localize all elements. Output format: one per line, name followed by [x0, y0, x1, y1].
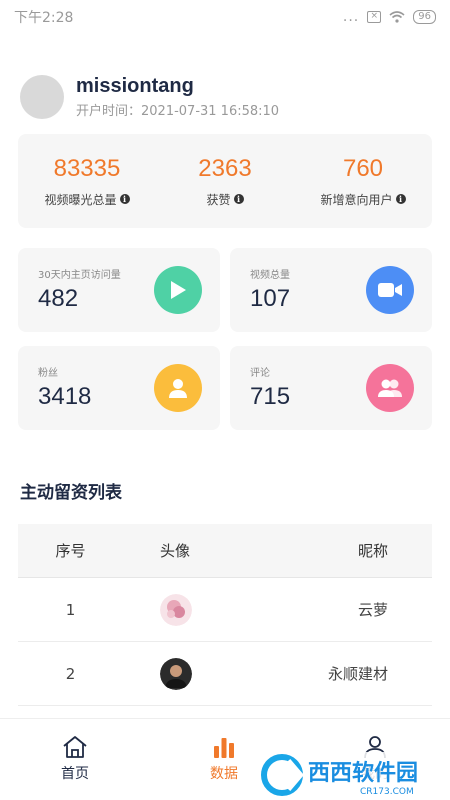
battery-icon: 96	[413, 10, 436, 24]
tab-label: 数据	[210, 766, 238, 782]
tile-video-total[interactable]: 视频总量 107	[230, 248, 432, 332]
tile-fans[interactable]: 粉丝 3418	[18, 346, 220, 430]
svg-text:西西软件园: 西西软件园	[308, 760, 418, 786]
tab-home[interactable]: 首页	[45, 735, 105, 783]
svg-text:CR173.COM: CR173.COM	[360, 787, 414, 797]
status-icons: ... × 96	[343, 9, 436, 25]
table-header: 序号 头像 昵称	[18, 524, 432, 578]
stat-likes: 2363 获赞 i	[157, 155, 294, 208]
avatar	[160, 657, 192, 690]
watermark-logo: 西西软件园 CR173.COM	[258, 752, 450, 798]
bar-chart-icon	[214, 738, 234, 758]
sim-icon: ×	[367, 11, 382, 23]
stat-value: 2363	[198, 154, 252, 182]
info-icon[interactable]: i	[119, 194, 130, 204]
tile-homepage-visits[interactable]: 30天内主页访问量 482	[18, 248, 220, 332]
stat-label: 视频曝光总量	[44, 192, 117, 207]
stat-video-exposure: 83335 视频曝光总量 i	[19, 155, 156, 208]
stat-label: 新增意向用户	[320, 192, 393, 207]
table-row[interactable]: 1 云萝	[18, 578, 432, 642]
tile-comments[interactable]: 评论 715	[230, 346, 432, 430]
status-time: 下午2:28	[14, 10, 74, 26]
stat-value: 760	[342, 154, 384, 182]
row-nickname: 永顺建材	[327, 665, 388, 683]
row-number: 2	[65, 664, 76, 683]
stat-value: 83335	[53, 154, 121, 182]
status-bar: 下午2:28 ... × 96	[0, 0, 450, 34]
lead-table: 序号 头像 昵称 1 云萝 2 永顺建材	[18, 524, 432, 706]
info-icon[interactable]: i	[233, 194, 244, 204]
tab-label: 首页	[61, 766, 89, 782]
user-icon	[154, 364, 202, 412]
stat-new-leads: 760 新增意向用户 i	[295, 155, 432, 208]
avatar[interactable]	[20, 74, 64, 119]
table-row[interactable]: 2 永顺建材	[18, 642, 432, 706]
stats-summary-card: 83335 视频曝光总量 i 2363 获赞 i 760 新增意向用户 i	[18, 134, 432, 228]
stat-label: 获赞	[206, 192, 231, 207]
row-nickname: 云萝	[357, 601, 388, 619]
lead-list-title: 主动留资列表	[20, 483, 122, 503]
column-header-nickname: 昵称	[357, 542, 388, 560]
profile-header: missiontang 开户时间：2021-07-31 16:58:10	[20, 74, 279, 119]
home-icon	[63, 736, 87, 758]
column-header-no: 序号	[55, 542, 86, 560]
users-icon	[366, 364, 414, 412]
more-dots-icon: ...	[342, 9, 360, 25]
row-number: 1	[65, 600, 76, 619]
info-icon[interactable]: i	[395, 194, 406, 204]
tab-data[interactable]: 数据	[194, 735, 254, 783]
wifi-icon	[389, 11, 405, 23]
username: missiontang	[76, 75, 194, 97]
column-header-avatar: 头像	[160, 542, 191, 560]
play-icon	[154, 266, 202, 314]
video-camera-icon	[366, 266, 414, 314]
account-open-time: 开户时间：2021-07-31 16:58:10	[76, 104, 280, 119]
avatar	[160, 593, 192, 626]
